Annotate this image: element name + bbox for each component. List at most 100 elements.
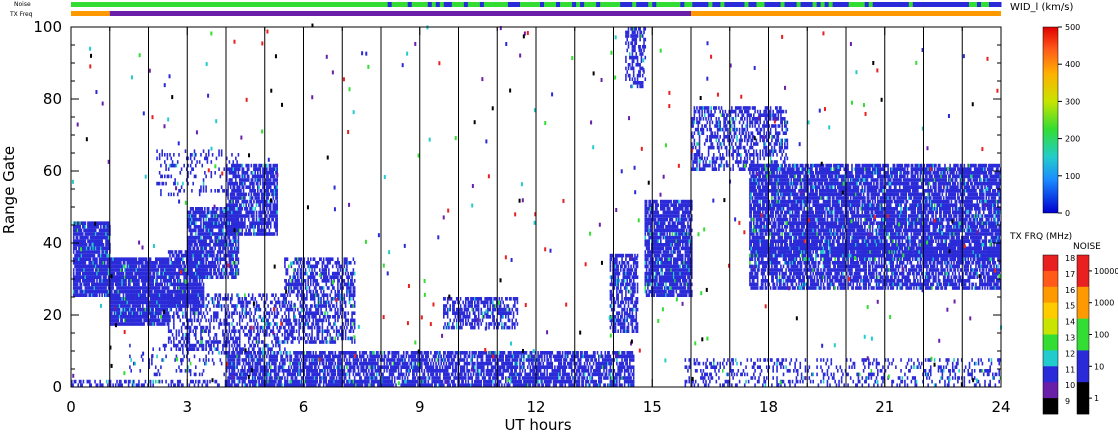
echo-cell [238, 333, 241, 337]
echo-cell [165, 379, 167, 384]
noise-bar-segment [83, 2, 88, 7]
echo-cell [195, 239, 197, 243]
noise-bar-segment [696, 2, 701, 7]
echo-cell [202, 257, 205, 261]
echo-cell [300, 286, 303, 290]
echo-cell [125, 379, 127, 384]
echo-cell [289, 318, 291, 323]
echo-cell [267, 196, 269, 200]
echo-cell [253, 210, 255, 215]
echo-cell [325, 304, 328, 308]
echo-cell [130, 369, 133, 373]
echo-cell [254, 322, 257, 326]
echo-cell [306, 318, 308, 323]
echo-cell [204, 379, 206, 384]
noise-bar-segment [463, 2, 469, 7]
noise-bar-segment [620, 2, 625, 7]
echo-cell [219, 261, 222, 265]
noise-bar-segment [868, 2, 874, 7]
noise-bar-segment [804, 2, 810, 7]
echo-cell [231, 379, 233, 384]
echo-cell [353, 318, 356, 323]
echo-cell [72, 383, 74, 387]
noise-bar-segment [808, 2, 814, 7]
echo-cell [247, 311, 250, 315]
echo-cell [325, 318, 328, 323]
echo-cell [253, 329, 255, 333]
echo-cell [220, 235, 223, 240]
echo-cell [207, 207, 210, 211]
echo-cell [337, 268, 339, 272]
echo-cell [249, 185, 251, 189]
echo-cell [304, 315, 307, 319]
echo-cell [316, 279, 319, 283]
echo-cell [231, 178, 233, 182]
echo-cell [245, 325, 247, 330]
echo-cell [142, 261, 144, 265]
echo-cell [162, 181, 165, 186]
noise-bar-segment [163, 2, 168, 7]
echo-cell [227, 275, 229, 279]
echo-cell [238, 329, 241, 333]
echo-cell [347, 311, 350, 315]
echo-cell [269, 221, 272, 225]
noise-bar-segment [540, 2, 545, 7]
echo-cell [144, 379, 147, 384]
echo-cell [306, 304, 308, 308]
echo-cell [178, 333, 180, 337]
echo-cell [123, 261, 126, 265]
noise-bar-segment [948, 2, 954, 7]
echo-cell [258, 333, 260, 337]
echo-cell [191, 268, 193, 272]
noise-bar-segment [491, 2, 497, 7]
noise-bar-segment [668, 2, 673, 7]
echo-cell [276, 181, 278, 186]
echo-cell [94, 379, 96, 384]
echo-cell [331, 257, 334, 261]
echo-cell [96, 279, 98, 283]
noise-bar-segment [592, 2, 597, 7]
echo-cell [294, 275, 297, 279]
echo-cell [232, 167, 235, 171]
echo-cell [218, 149, 220, 153]
echo-cell [189, 163, 192, 168]
echo-cell [326, 275, 329, 279]
echo-cell [202, 289, 205, 294]
echo-cell [210, 171, 213, 175]
echo-cell [272, 171, 275, 175]
echo-cell [235, 243, 237, 247]
echo-cell [276, 217, 278, 222]
echo-cell [309, 257, 312, 261]
echo-cell [335, 333, 338, 337]
echo-cell [76, 282, 79, 287]
echo-cell [107, 253, 110, 258]
echo-cell [235, 329, 237, 333]
echo-cell [100, 275, 102, 279]
echo-cell [193, 253, 196, 258]
echo-cell [165, 343, 167, 348]
noise-bar-segment [515, 2, 521, 7]
echo-cell [151, 289, 153, 294]
echo-cell [328, 268, 330, 272]
noise-bar-segment [459, 2, 465, 7]
echo-cell [260, 189, 263, 193]
echo-cell [157, 315, 160, 319]
plot-area [70, 23, 1003, 388]
echo-cell [297, 275, 299, 279]
echo-cell [322, 257, 325, 261]
echo-cell [260, 214, 263, 218]
echo-cell [211, 246, 214, 251]
echo-cell [250, 318, 253, 323]
echo-cell [227, 307, 229, 312]
echo-cell [202, 185, 205, 189]
echo-cell [326, 264, 329, 269]
echo-cell [189, 329, 192, 333]
noise-bar-segment [527, 2, 533, 7]
echo-cell [178, 315, 180, 319]
echo-cell [133, 383, 135, 387]
echo-cell [260, 225, 263, 229]
echo-cell [337, 336, 339, 341]
echo-cell [213, 250, 215, 254]
echo-cell [112, 286, 114, 290]
echo-cell [285, 315, 288, 319]
